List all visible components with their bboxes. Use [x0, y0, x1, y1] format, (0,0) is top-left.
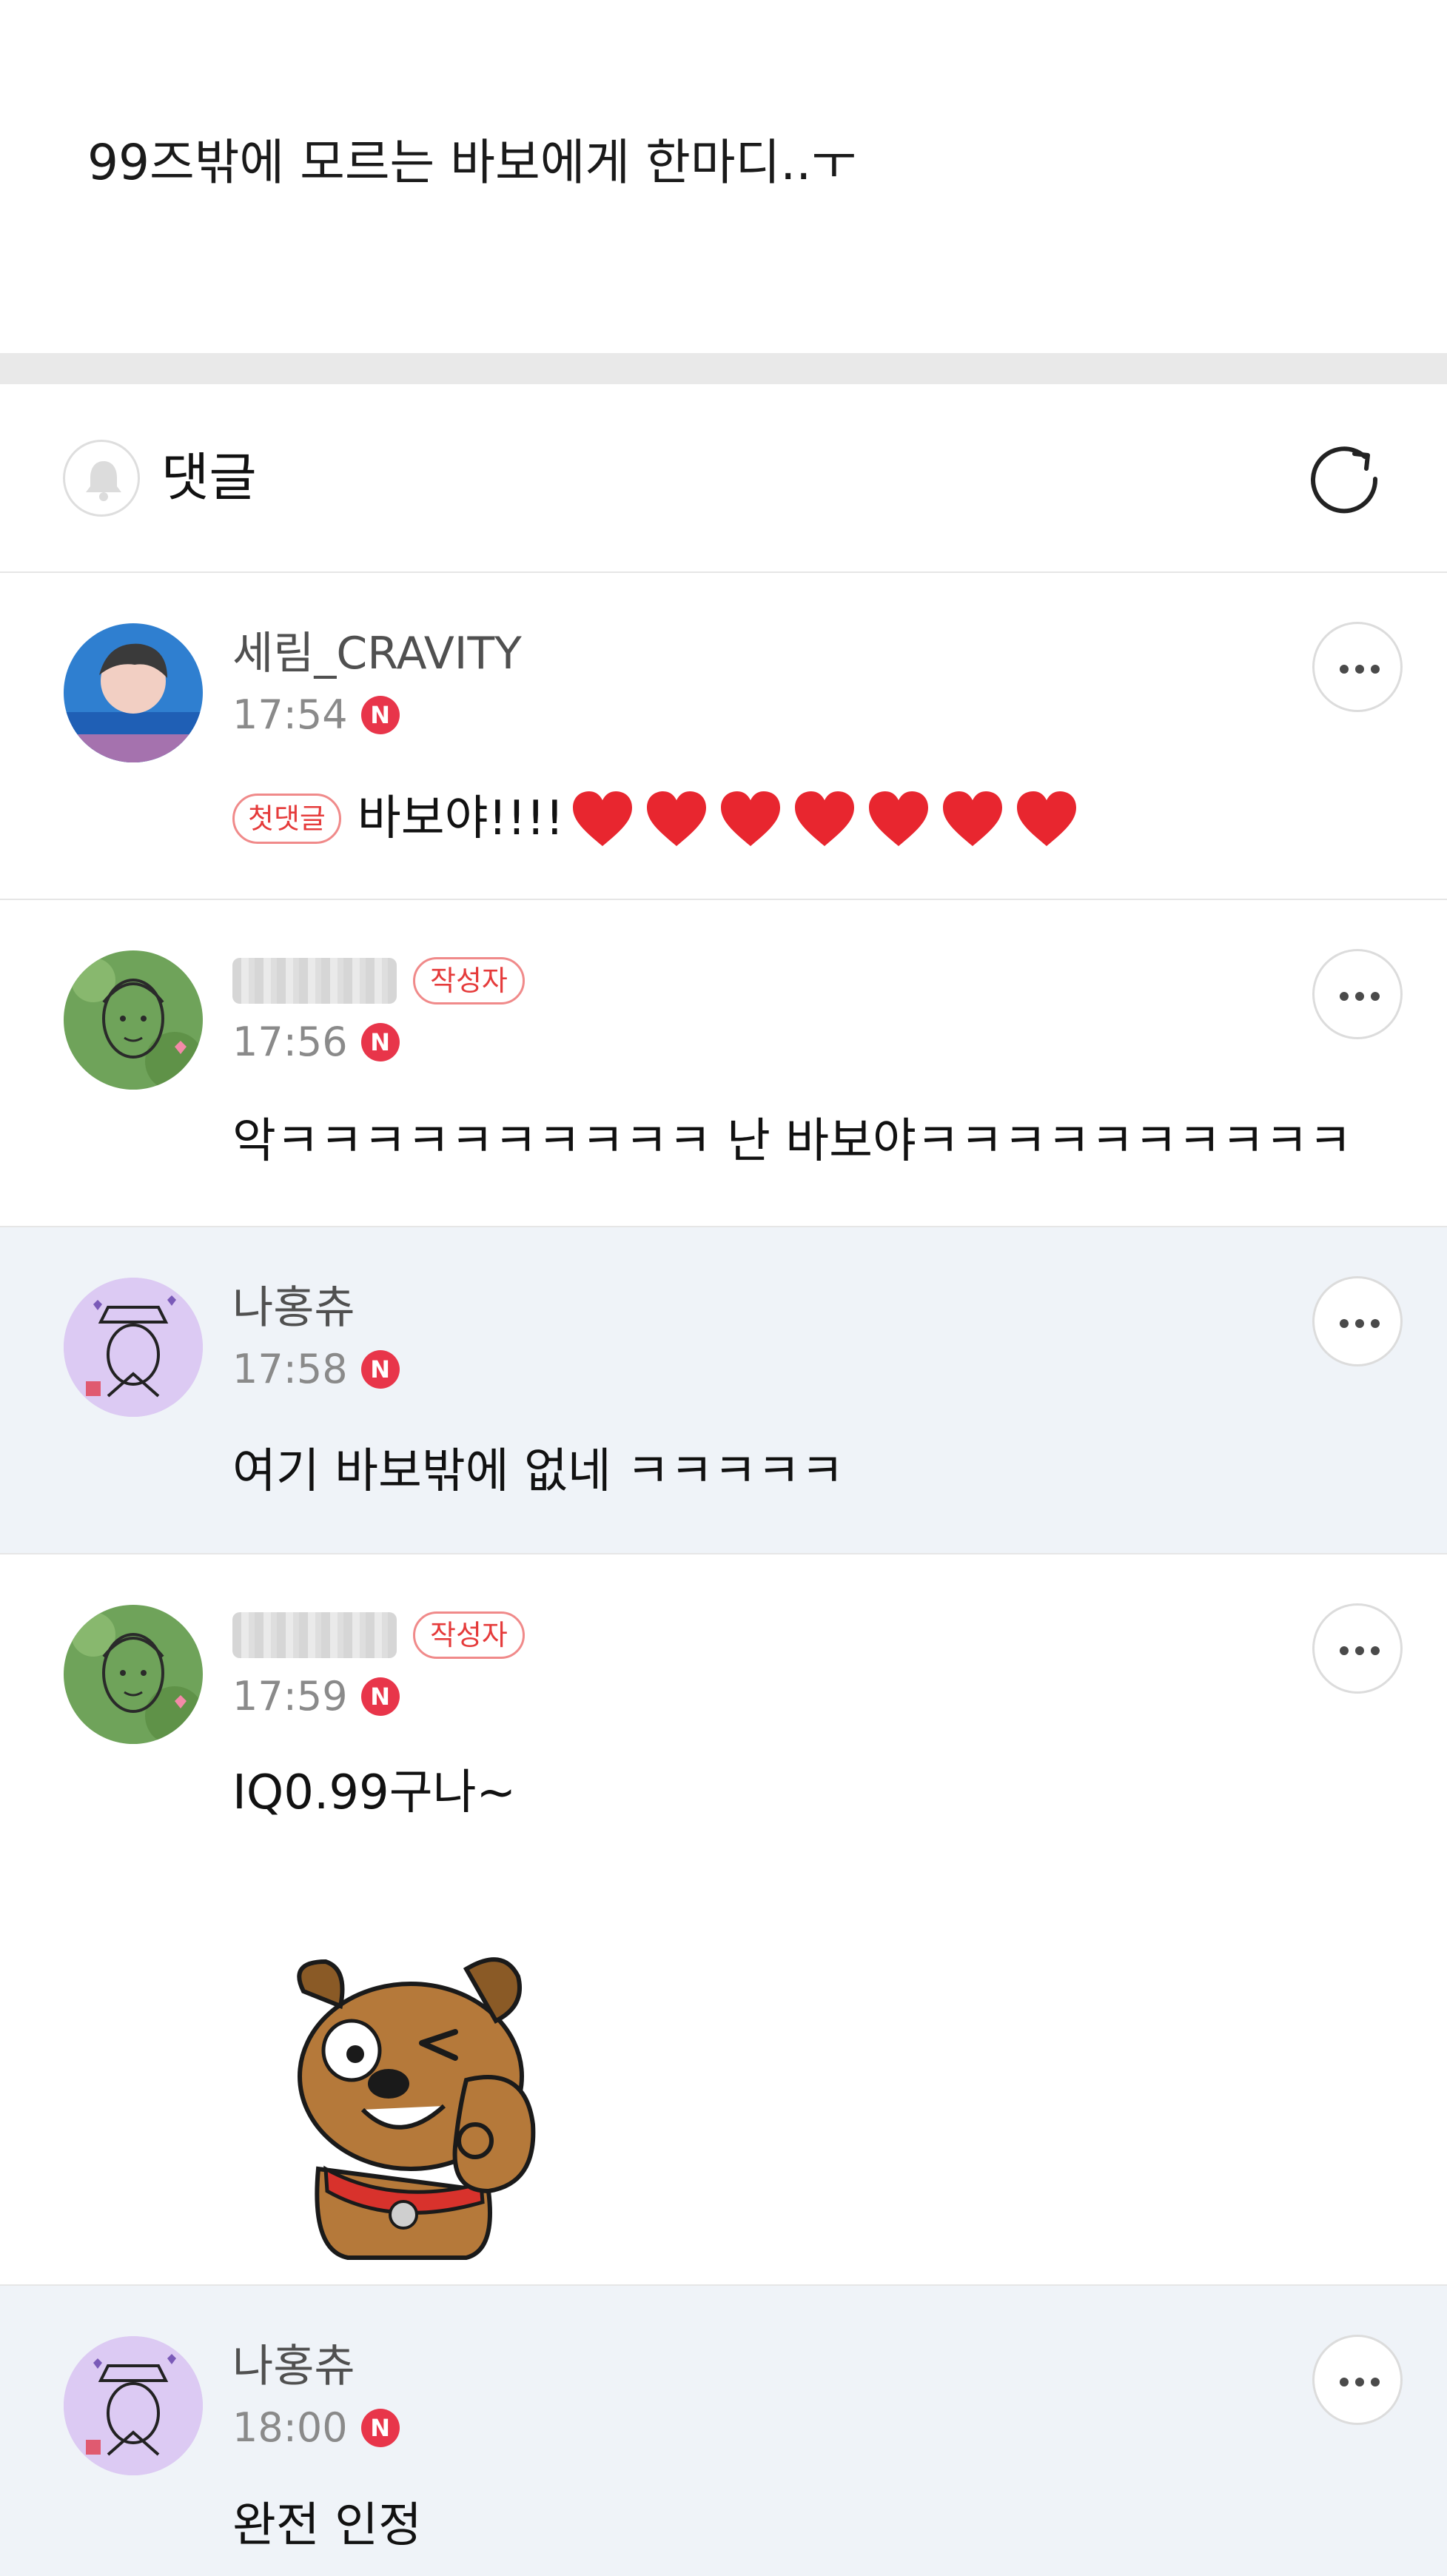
time-row: 17:59 N — [232, 1667, 400, 1726]
author-name[interactable]: 나홍츄 — [232, 2335, 355, 2398]
heart-icon — [869, 791, 929, 846]
more-dot-icon — [1371, 1319, 1380, 1328]
more-dot-icon — [1371, 2378, 1380, 2387]
post-body: 99즈밖에 모르는 바보에게 한마디..ㅜ — [0, 0, 1447, 353]
avatar[interactable] — [64, 950, 203, 1090]
heart-icon — [573, 791, 633, 846]
more-dot-icon — [1355, 2378, 1364, 2387]
more-dot-icon — [1340, 1319, 1349, 1328]
section-divider — [0, 353, 1447, 384]
first-comment-badge: 첫댓글 — [232, 794, 341, 844]
bell-icon — [86, 461, 121, 501]
heart-icon — [721, 791, 781, 846]
more-options-button[interactable] — [1312, 949, 1403, 1039]
more-options-button[interactable] — [1312, 1276, 1403, 1366]
new-badge: N — [360, 2409, 400, 2447]
more-dot-icon — [1371, 992, 1380, 1001]
refresh-button[interactable] — [1304, 437, 1386, 519]
more-options-button[interactable] — [1312, 1603, 1403, 1694]
heart-icon — [647, 791, 707, 846]
comment-item: 작성자 17:59 N IQ0.99구나~ — [0, 1554, 1447, 2286]
heart-icon — [795, 791, 855, 846]
more-dot-icon — [1371, 665, 1380, 674]
more-options-button[interactable] — [1312, 622, 1403, 712]
winking-dog-sticker[interactable] — [281, 1947, 563, 2273]
more-dot-icon — [1355, 1319, 1364, 1328]
comment-body: 완전 인정 — [232, 2489, 422, 2563]
heart-emoji-group — [570, 788, 1088, 849]
comment-item: 나홍츄 18:00 N 완전 인정 — [0, 2286, 1447, 2576]
author-name[interactable]: 나홍츄 — [232, 1276, 355, 1340]
comment-item: 세림_CRAVITY 17:54 N 첫댓글 바보야!!!! — [0, 573, 1447, 900]
more-dot-icon — [1355, 665, 1364, 674]
new-badge: N — [360, 1023, 400, 1061]
more-dot-icon — [1340, 1646, 1349, 1655]
comment-text: IQ0.99구나~ — [232, 1765, 517, 1820]
comments-title: 댓글 — [161, 447, 257, 508]
author-row: 나홍츄 — [232, 1276, 355, 1340]
author-badge: 작성자 — [413, 1611, 525, 1659]
comment-body: 여기 바보밖에 없네 ㅋㅋㅋㅋㅋ — [232, 1435, 844, 1509]
author-row: 세림_CRAVITY — [232, 622, 522, 685]
more-dot-icon — [1371, 1646, 1380, 1655]
comment-text: 바보야!!!! — [357, 791, 565, 846]
comment-time: 17:59 — [232, 1673, 348, 1720]
avatar[interactable] — [64, 1278, 203, 1417]
author-row: 작성자 — [232, 1603, 525, 1667]
comment-time: 17:54 — [232, 691, 348, 738]
comment-body: 악ㅋㅋㅋㅋㅋㅋㅋㅋㅋㅋ 난 바보야ㅋㅋㅋㅋㅋㅋㅋㅋㅋㅋ — [232, 1104, 1352, 1178]
comment-time: 17:56 — [232, 1019, 348, 1065]
more-dot-icon — [1340, 992, 1349, 1001]
new-badge: N — [360, 1350, 400, 1389]
comment-item: 작성자 17:56 N 악ㅋㅋㅋㅋㅋㅋㅋㅋㅋㅋ 난 바보야ㅋㅋㅋㅋㅋㅋㅋㅋㅋㅋ — [0, 900, 1447, 1227]
comment-text: 악ㅋㅋㅋㅋㅋㅋㅋㅋㅋㅋ 난 바보야ㅋㅋㅋㅋㅋㅋㅋㅋㅋㅋ — [232, 1114, 1352, 1169]
comment-time: 18:00 — [232, 2404, 348, 2451]
comment-text: 완전 인정 — [232, 2498, 422, 2553]
comment-text: 여기 바보밖에 없네 ㅋㅋㅋㅋㅋ — [232, 1444, 845, 1499]
more-dot-icon — [1340, 665, 1349, 674]
time-row: 17:56 N — [232, 1013, 400, 1072]
time-row: 18:00 N — [232, 2398, 400, 2458]
time-row: 17:58 N — [232, 1340, 400, 1399]
author-row: 작성자 — [232, 949, 525, 1013]
avatar[interactable] — [64, 2336, 203, 2475]
avatar[interactable] — [64, 1605, 203, 1744]
author-row: 나홍츄 — [232, 2335, 355, 2398]
new-badge: N — [360, 696, 400, 734]
blurred-author-name[interactable] — [232, 958, 397, 1004]
refresh-icon — [1311, 446, 1378, 514]
more-dot-icon — [1355, 992, 1364, 1001]
comment-notification-button[interactable] — [63, 440, 140, 517]
comment-body: IQ0.99구나~ — [232, 1756, 516, 1830]
avatar[interactable] — [64, 623, 203, 762]
more-dot-icon — [1340, 2378, 1349, 2387]
heart-icon — [1017, 791, 1077, 846]
comment-body: 첫댓글 바보야!!!! — [232, 782, 1088, 856]
author-name[interactable]: 세림_CRAVITY — [232, 622, 522, 685]
blurred-author-name[interactable] — [232, 1612, 397, 1658]
post-text: 99즈밖에 모르는 바보에게 한마디..ㅜ — [87, 134, 856, 191]
comments-header: 댓글 — [0, 384, 1447, 573]
time-row: 17:54 N — [232, 685, 400, 745]
new-badge: N — [360, 1677, 400, 1716]
heart-icon — [943, 791, 1003, 846]
comment-time: 17:58 — [232, 1346, 348, 1392]
author-badge: 작성자 — [413, 957, 525, 1004]
more-options-button[interactable] — [1312, 2335, 1403, 2425]
more-dot-icon — [1355, 1646, 1364, 1655]
comment-item: 나홍츄 17:58 N 여기 바보밖에 없네 ㅋㅋㅋㅋㅋ — [0, 1227, 1447, 1554]
